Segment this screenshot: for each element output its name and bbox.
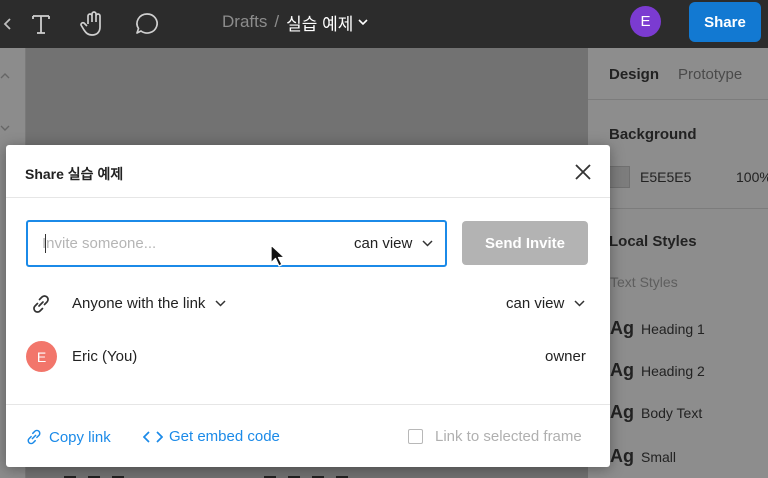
- text-style-item[interactable]: Ag Heading 1: [610, 318, 705, 339]
- text-tool-icon[interactable]: [26, 0, 56, 48]
- text-style-name: Heading 2: [641, 363, 705, 379]
- background-hex-value[interactable]: E5E5E5: [640, 169, 691, 185]
- text-style-item[interactable]: Ag Heading 2: [610, 360, 705, 381]
- link-permission-dropdown[interactable]: can view: [506, 295, 585, 312]
- close-icon[interactable]: [571, 160, 595, 184]
- invite-permission-label: can view: [354, 235, 413, 252]
- background-opacity-value[interactable]: 100%: [736, 169, 768, 185]
- background-section-title: Background: [609, 126, 697, 143]
- tab-design[interactable]: Design: [609, 66, 659, 83]
- canvas-frame-dashes: [264, 466, 354, 478]
- link-permission-label: can view: [506, 295, 565, 312]
- embed-code-label: Get embed code: [169, 428, 280, 445]
- comment-icon[interactable]: [130, 0, 164, 48]
- user-role: owner: [545, 348, 586, 365]
- link-icon: [25, 428, 43, 446]
- hand-tool-icon[interactable]: [76, 0, 110, 48]
- text-style-item[interactable]: Ag Body Text: [610, 402, 702, 423]
- copy-link-label: Copy link: [49, 428, 111, 446]
- link-icon: [29, 292, 53, 316]
- chevron-left-icon[interactable]: [0, 0, 14, 48]
- dialog-title: Share 실습 예제: [25, 166, 124, 182]
- link-to-frame-checkbox[interactable]: [408, 429, 423, 444]
- dialog-header: Share 실습 예제: [6, 145, 610, 198]
- text-style-name: Body Text: [641, 405, 703, 421]
- text-style-item[interactable]: Ag Small: [610, 446, 676, 467]
- embed-code-button[interactable]: Get embed code: [143, 428, 280, 445]
- invite-input[interactable]: [42, 222, 332, 265]
- section-divider: [588, 208, 768, 209]
- footer-divider: [6, 404, 610, 405]
- user-avatar-top[interactable]: E: [630, 6, 661, 37]
- chevron-down-icon[interactable]: [358, 18, 368, 26]
- user-name: Eric (You): [72, 348, 138, 365]
- share-button[interactable]: Share: [689, 2, 761, 42]
- mouse-pointer-icon: [270, 244, 286, 268]
- chevron-down-icon: [215, 300, 226, 307]
- top-toolbar: Drafts / 실습 예제 E Share: [0, 0, 768, 48]
- invite-permission-dropdown[interactable]: can view: [354, 222, 433, 265]
- tab-prototype[interactable]: Prototype: [678, 66, 742, 83]
- text-style-glyph: Ag: [610, 446, 634, 466]
- chevron-down-icon: [422, 240, 433, 247]
- breadcrumb-separator: /: [274, 12, 280, 31]
- text-style-name: Small: [641, 449, 677, 465]
- properties-tabs: Design Prototype: [588, 48, 768, 100]
- properties-panel: Design Prototype Background E5E5E5 100% …: [588, 48, 768, 478]
- text-styles-label: Text Styles: [610, 274, 678, 290]
- text-style-glyph: Ag: [610, 318, 634, 338]
- avatar: E: [26, 341, 57, 372]
- chevron-down-icon: [574, 300, 585, 307]
- canvas-frame-dashes: [64, 466, 128, 478]
- invite-field[interactable]: can view: [26, 220, 447, 267]
- link-access-label: Anyone with the link: [72, 295, 206, 312]
- link-to-frame-toggle[interactable]: Link to selected frame: [408, 428, 582, 445]
- breadcrumb: Drafts / 실습 예제: [222, 0, 368, 44]
- send-invite-button[interactable]: Send Invite: [462, 221, 588, 265]
- link-to-frame-label: Link to selected frame: [435, 428, 582, 445]
- text-style-glyph: Ag: [610, 360, 634, 380]
- copy-link-button[interactable]: Copy link: [25, 428, 111, 446]
- chevron-down-icon[interactable]: [0, 124, 10, 132]
- code-icon: [143, 430, 163, 444]
- breadcrumb-drafts[interactable]: Drafts: [222, 12, 267, 32]
- text-style-glyph: Ag: [610, 402, 634, 422]
- local-styles-title: Local Styles: [609, 233, 697, 250]
- link-access-dropdown[interactable]: Anyone with the link: [72, 295, 226, 312]
- text-caret: [45, 234, 46, 253]
- share-dialog: Share 실습 예제 can view Send Invite Anyone …: [6, 145, 610, 467]
- text-style-name: Heading 1: [641, 321, 705, 337]
- breadcrumb-file-name[interactable]: 실습 예제: [286, 10, 353, 35]
- chevron-up-icon[interactable]: [0, 72, 10, 80]
